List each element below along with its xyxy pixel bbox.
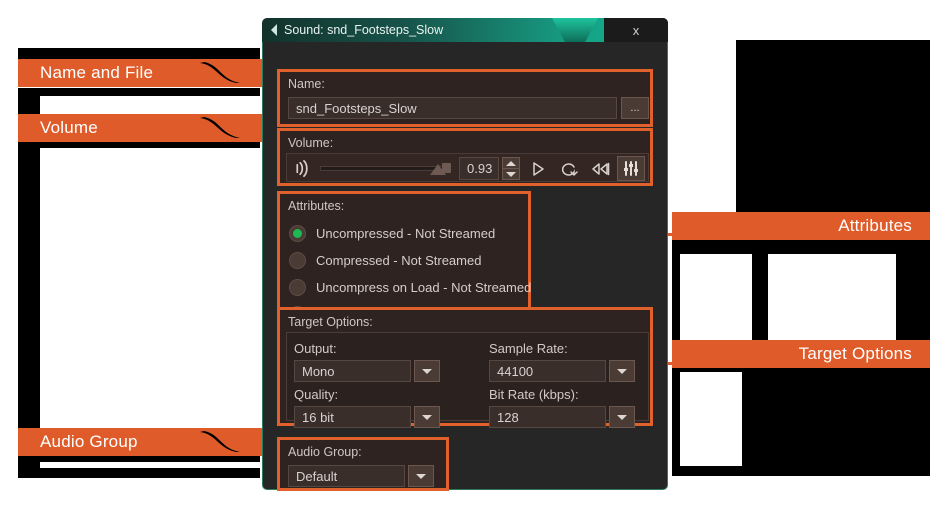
chevron-down-icon	[617, 415, 627, 420]
bg-white-left-footer	[40, 462, 260, 468]
titlebar-notch-decoration	[552, 18, 598, 42]
bg-white-right-c	[768, 254, 896, 340]
name-label: Name:	[288, 77, 325, 91]
audio-group-select-value[interactable]: Default	[288, 465, 405, 487]
attributes-label: Attributes:	[288, 199, 344, 213]
annotation-audio-group: Audio Group	[18, 428, 282, 456]
browse-file-button[interactable]: ...	[621, 97, 649, 119]
radio-icon-selected[interactable]	[289, 225, 306, 242]
annotation-attributes: Attributes	[672, 212, 930, 240]
annotation-label: Target Options	[799, 344, 912, 364]
radio-icon[interactable]	[289, 279, 306, 296]
quality-select-arrow[interactable]	[414, 406, 440, 428]
volume-label: Volume:	[288, 136, 333, 150]
chevron-down-icon	[422, 369, 432, 374]
collapse-triangle-icon[interactable]	[271, 24, 277, 36]
annotation-label: Volume	[40, 118, 98, 138]
radio-icon[interactable]	[289, 252, 306, 269]
quality-select-value[interactable]: 16 bit	[294, 406, 411, 428]
attribute-option-label: Compressed - Not Streamed	[316, 253, 481, 268]
window-titlebar[interactable]: Sound: snd_Footsteps_Slow x	[262, 18, 668, 42]
chevron-up-icon	[506, 161, 516, 166]
annotation-name-and-file: Name and File	[18, 59, 282, 87]
annotation-volume: Volume	[18, 114, 282, 142]
swoosh-decoration	[190, 59, 250, 87]
volume-slider-thumb[interactable]	[430, 164, 446, 175]
equalizer-button[interactable]	[617, 156, 645, 181]
window-title: Sound: snd_Footsteps_Slow	[284, 23, 443, 37]
speaker-icon[interactable]	[292, 158, 314, 179]
sample-rate-label: Sample Rate:	[489, 341, 568, 356]
chevron-down-icon	[422, 415, 432, 420]
quality-label: Quality:	[294, 387, 338, 402]
loop-icon[interactable]	[559, 160, 579, 178]
attribute-option-2[interactable]: Uncompress on Load - Not Streamed	[289, 279, 531, 296]
swoosh-decoration	[190, 114, 250, 142]
bg-white-right-e	[672, 478, 930, 506]
swoosh-decoration	[190, 428, 250, 456]
close-icon: x	[633, 23, 640, 38]
volume-group: Volume: 0.93	[277, 128, 653, 186]
sample-rate-select-arrow[interactable]	[609, 360, 635, 382]
annotation-label: Name and File	[40, 63, 153, 83]
volume-controls-panel: 0.93	[286, 153, 649, 182]
attribute-option-label: Uncompressed - Not Streamed	[316, 226, 495, 241]
bg-white-right-d	[680, 372, 742, 466]
output-select-value[interactable]: Mono	[294, 360, 411, 382]
name-group: Name: snd_Footsteps_Slow ...	[277, 69, 653, 127]
window-close-button[interactable]: x	[604, 18, 668, 42]
chevron-down-icon	[617, 369, 627, 374]
annotation-label: Audio Group	[40, 432, 138, 452]
output-select-arrow[interactable]	[414, 360, 440, 382]
play-icon[interactable]	[529, 160, 547, 178]
bg-white-left-page	[40, 148, 260, 448]
bit-rate-label: Bit Rate (kbps):	[489, 387, 579, 402]
sample-rate-select-value[interactable]: 44100	[489, 360, 606, 382]
audio-group-label: Audio Group:	[288, 445, 362, 459]
attribute-option-0[interactable]: Uncompressed - Not Streamed	[289, 225, 495, 242]
chevron-down-icon	[416, 474, 426, 479]
annotation-target-options: Target Options	[672, 340, 930, 368]
target-options-label: Target Options:	[288, 315, 373, 329]
sound-properties-window: Sound: snd_Footsteps_Slow x Name: snd_Fo…	[262, 18, 668, 490]
annotation-label: Attributes	[838, 216, 912, 236]
window-body: Name: snd_Footsteps_Slow ... Volume: 0.9…	[262, 42, 668, 490]
bg-white-right-b	[680, 254, 752, 340]
radio-dot	[293, 229, 302, 238]
attribute-option-label: Uncompress on Load - Not Streamed	[316, 280, 531, 295]
bit-rate-select-arrow[interactable]	[609, 406, 635, 428]
audio-group-group: Audio Group: Default	[277, 437, 449, 491]
rewind-icon[interactable]	[590, 160, 612, 178]
bit-rate-select-value[interactable]: 128	[489, 406, 606, 428]
attributes-group: Attributes: Uncompressed - Not Streamed …	[277, 191, 531, 326]
bg-white-right-a	[672, 40, 736, 212]
output-label: Output:	[294, 341, 337, 356]
volume-value-input[interactable]: 0.93	[459, 157, 499, 180]
audio-group-select-arrow[interactable]	[408, 465, 434, 487]
equalizer-icon	[622, 160, 640, 177]
attribute-option-1[interactable]: Compressed - Not Streamed	[289, 252, 481, 269]
name-input[interactable]: snd_Footsteps_Slow	[288, 97, 617, 119]
volume-spin-down-button[interactable]	[502, 168, 520, 180]
target-options-group: Target Options: Output: Mono Sample Rate…	[277, 307, 653, 426]
chevron-down-icon	[506, 172, 516, 177]
